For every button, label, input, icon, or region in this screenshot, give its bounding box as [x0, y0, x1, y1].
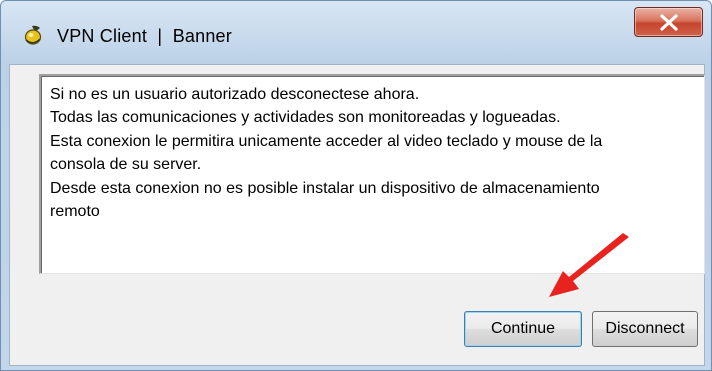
window-title: VPN Client | Banner [57, 26, 232, 46]
vpn-client-icon [23, 24, 45, 46]
dialog-body: Si no es un usuario autorizado desconect… [9, 64, 705, 366]
banner-line: Desde esta conexion no es posible instal… [50, 179, 600, 197]
disconnect-button[interactable]: Disconnect [592, 311, 698, 347]
banner-line: remoto [50, 203, 100, 221]
vpn-banner-dialog: VPN Client | Banner Si no es un usuario … [0, 0, 712, 371]
banner-line: Esta conexion le permitira unicamente ac… [50, 132, 603, 150]
banner-line: Todas las comunicaciones y actividades s… [50, 109, 561, 127]
continue-button[interactable]: Continue [464, 311, 582, 347]
banner-text-area[interactable]: Si no es un usuario autorizado desconect… [39, 74, 705, 274]
banner-line: consola de su server. [50, 156, 202, 174]
banner-line: Si no es un usuario autorizado desconect… [50, 86, 420, 103]
close-button[interactable] [634, 7, 703, 37]
title-bar[interactable]: VPN Client | Banner [1, 1, 711, 65]
close-icon [660, 14, 678, 31]
